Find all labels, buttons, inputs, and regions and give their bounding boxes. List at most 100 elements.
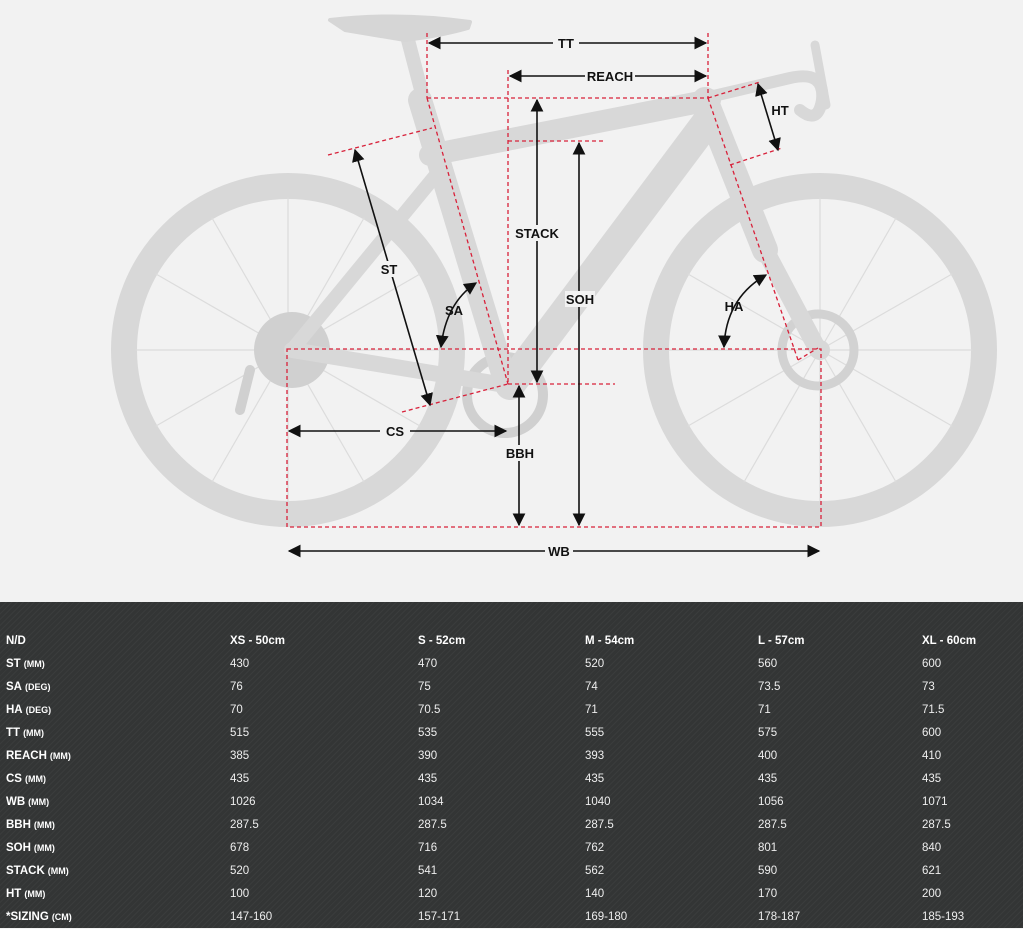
reach-label: REACH (587, 69, 633, 84)
value-cell: 600 (922, 658, 942, 670)
value-cell: 75 (418, 681, 431, 693)
value-cell: 435 (418, 773, 438, 785)
value-cell: 430 (230, 658, 250, 670)
table-row: STACK (MM) 520 541 562 590 621 (0, 860, 1023, 883)
value-cell: 515 (230, 727, 250, 739)
value-cell: 390 (418, 750, 438, 762)
value-cell: 73.5 (758, 681, 781, 693)
value-cell: 147-160 (230, 911, 273, 923)
value-cell: 600 (922, 727, 942, 739)
st-label: ST (381, 262, 398, 277)
value-cell: 801 (758, 842, 778, 854)
value-cell: 169-180 (585, 911, 628, 923)
param-cell: REACH (MM) (6, 745, 71, 768)
value-cell: 435 (585, 773, 605, 785)
table-row: *SIZING (CM) 147-160 157-171 169-180 178-187 1… (0, 906, 1023, 929)
fork (756, 241, 827, 359)
value-cell: 76 (230, 681, 243, 693)
param-name: *SIZING (6, 911, 49, 923)
value-cell: 100 (230, 888, 250, 900)
value-cell: 70 (230, 704, 243, 716)
table-row: BBH (MM) 287.5 287.5 287.5 287.5 287.5 (0, 814, 1023, 837)
table-row: ST (MM) 430 470 520 560 600 (0, 653, 1023, 676)
value-cell: 287.5 (758, 819, 787, 831)
param-unit: (MM) (33, 820, 55, 830)
param-name: SA (6, 681, 22, 693)
bbh-label: BBH (506, 446, 534, 461)
stack-label: STACK (515, 226, 559, 241)
value-cell: 716 (418, 842, 438, 854)
param-unit: (MM) (24, 889, 46, 899)
value-cell: 678 (230, 842, 250, 854)
param-unit: (MM) (28, 797, 50, 807)
header-cell-s: S - 52cm (418, 635, 466, 647)
value-cell: 71 (758, 704, 771, 716)
value-cell: 120 (418, 888, 438, 900)
value-cell: 435 (230, 773, 250, 785)
param-cell: STACK (MM) (6, 860, 69, 883)
value-cell: 385 (230, 750, 250, 762)
param-cell: CS (MM) (6, 768, 46, 791)
param-cell: BBH (MM) (6, 814, 55, 837)
value-cell: 287.5 (922, 819, 951, 831)
table-row: TT (MM) 515 535 555 575 600 (0, 722, 1023, 745)
value-cell: 1056 (758, 796, 784, 808)
value-cell: 73 (922, 681, 935, 693)
value-cell: 590 (758, 865, 778, 877)
value-cell: 1071 (922, 796, 948, 808)
table-row: SA (DEG) 76 75 74 73.5 73 (0, 676, 1023, 699)
value-cell: 560 (758, 658, 778, 670)
value-cell: 410 (922, 750, 942, 762)
table-row: WB (MM) 1026 1034 1040 1056 1071 (0, 791, 1023, 814)
param-name: HA (6, 704, 23, 716)
value-cell: 535 (418, 727, 438, 739)
value-cell: 400 (758, 750, 778, 762)
sa-label: SA (445, 303, 464, 318)
param-cell: ST (MM) (6, 653, 45, 676)
geometry-table: N/D XS - 50cm S - 52cm M - 54cm L - 57cm… (0, 602, 1023, 928)
param-name: WB (6, 796, 26, 808)
value-cell: 435 (758, 773, 778, 785)
param-name: SOH (6, 842, 31, 854)
value-cell: 762 (585, 842, 605, 854)
value-cell: 200 (922, 888, 942, 900)
value-cell: 1034 (418, 796, 444, 808)
param-name: REACH (6, 750, 47, 762)
param-cell: TT (MM) (6, 722, 44, 745)
param-unit: (MM) (24, 774, 46, 784)
value-cell: 71 (585, 704, 598, 716)
param-name: HT (6, 888, 22, 900)
table-row: CS (MM) 435 435 435 435 435 (0, 768, 1023, 791)
value-cell: 393 (585, 750, 605, 762)
param-unit: (MM) (23, 728, 45, 738)
bike-silhouette (111, 14, 997, 527)
value-cell: 555 (585, 727, 605, 739)
param-cell: HT (MM) (6, 883, 45, 906)
value-cell: 435 (922, 773, 942, 785)
header-cell-xs: XS - 50cm (230, 635, 285, 647)
value-cell: 170 (758, 888, 778, 900)
rear-derailleur (235, 365, 255, 415)
value-cell: 70.5 (418, 704, 441, 716)
value-cell: 157-171 (418, 911, 461, 923)
value-cell: 575 (758, 727, 778, 739)
geometry-svg: TT REACH HT STACK SOH ST SA HA CS BBH WB (111, 14, 997, 559)
param-name: CS (6, 773, 22, 785)
param-name: ST (6, 658, 21, 670)
param-cell: *SIZING (CM) (6, 906, 72, 929)
dimension-arrows (287, 36, 821, 558)
value-cell: 562 (585, 865, 605, 877)
value-cell: 840 (922, 842, 942, 854)
value-cell: 140 (585, 888, 605, 900)
value-cell: 71.5 (922, 704, 945, 716)
value-cell: 520 (585, 658, 605, 670)
param-unit: (MM) (23, 659, 45, 669)
header-cell: N/D (6, 635, 26, 647)
param-name: STACK (6, 865, 45, 877)
cs-label: CS (386, 424, 404, 439)
param-unit: (MM) (47, 866, 69, 876)
value-cell: 178-187 (758, 911, 801, 923)
param-name: BBH (6, 819, 31, 831)
saddle (328, 14, 472, 42)
table-row: SOH (MM) 678 716 762 801 840 (0, 837, 1023, 860)
